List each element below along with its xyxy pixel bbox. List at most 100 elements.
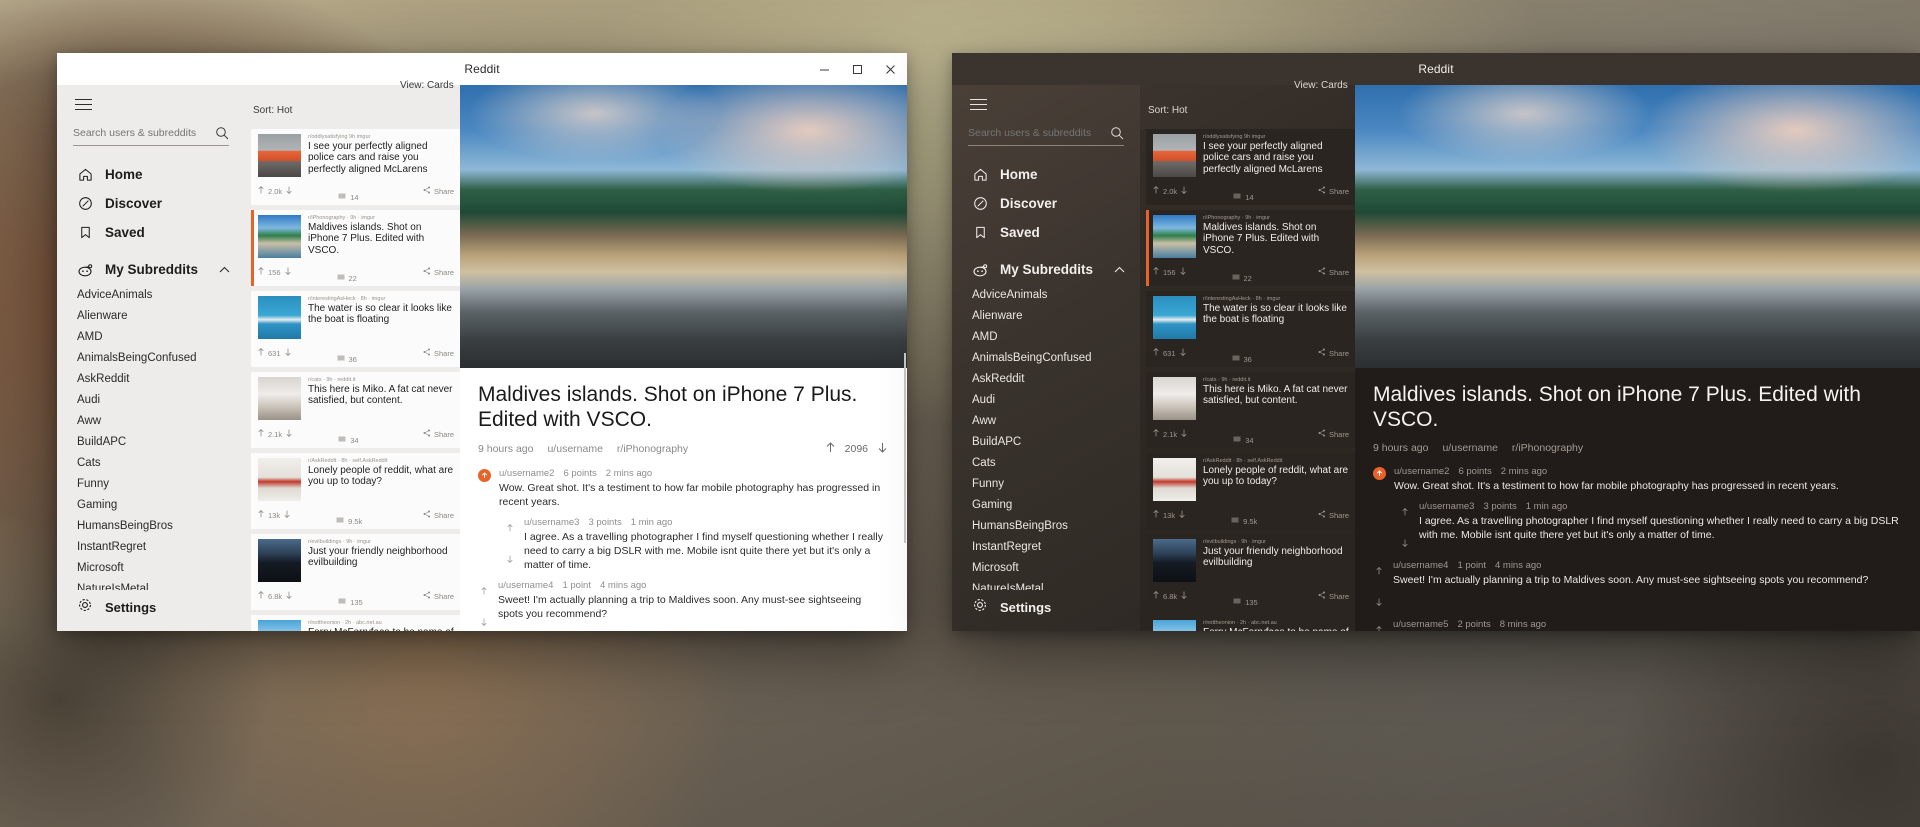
upvote-icon[interactable]: [826, 442, 835, 456]
post-card[interactable]: r/AskReddit · 8h · self.AskReddit Lonely …: [251, 452, 460, 529]
upvote-icon[interactable]: [481, 582, 487, 600]
list-item[interactable]: NatureIsMetal: [57, 578, 245, 591]
list-item[interactable]: AMD: [57, 326, 245, 347]
upvoted-badge-icon[interactable]: [1373, 467, 1386, 480]
share-button[interactable]: Share: [1318, 348, 1349, 358]
list-item[interactable]: Microsoft: [57, 557, 245, 578]
search-box[interactable]: [968, 126, 1124, 147]
sidebar-item-settings[interactable]: Settings: [57, 590, 245, 625]
upvote-icon[interactable]: [258, 510, 264, 520]
downvote-icon[interactable]: [284, 267, 291, 277]
sidebar-item-home[interactable]: Home: [57, 160, 245, 189]
comment-count-group[interactable]: 9.5k: [336, 517, 362, 526]
upvote-icon[interactable]: [1153, 510, 1159, 520]
sidebar-group-my-subreddits[interactable]: My Subreddits: [57, 255, 245, 284]
post-subreddit[interactable]: r/iPhonography: [617, 443, 688, 455]
list-item[interactable]: AskReddit: [57, 368, 245, 389]
upvote-icon[interactable]: [1402, 503, 1408, 521]
upvote-icon[interactable]: [258, 429, 264, 439]
comment-vote-group[interactable]: [1399, 501, 1411, 552]
list-item[interactable]: BuildAPC: [57, 431, 245, 452]
downvote-icon[interactable]: [1181, 591, 1187, 601]
upvote-icon[interactable]: [1153, 186, 1159, 196]
downvote-icon[interactable]: [286, 186, 292, 196]
downvote-icon[interactable]: [1179, 267, 1186, 277]
share-button[interactable]: Share: [1318, 186, 1349, 196]
sort-selector[interactable]: Sort: Hot: [1148, 105, 1187, 116]
upvote-icon[interactable]: [258, 348, 264, 358]
list-item[interactable]: AdviceAnimals: [57, 284, 245, 305]
comment-author[interactable]: u/username2: [1394, 466, 1449, 477]
share-button[interactable]: Share: [423, 348, 454, 358]
list-item[interactable]: Cats: [952, 452, 1140, 473]
list-item[interactable]: Aww: [952, 410, 1140, 431]
upvote-icon[interactable]: [1153, 348, 1159, 358]
post-card[interactable]: r/oddlysatisfying 9h imgur I see your per…: [251, 128, 460, 205]
comment-count-group[interactable]: 36: [337, 355, 357, 364]
sidebar-item-discover[interactable]: Discover: [952, 189, 1140, 218]
vote-group[interactable]: 13k: [258, 510, 290, 520]
list-item[interactable]: HumansBeingBros: [57, 515, 245, 536]
vote-group[interactable]: 13k: [1153, 510, 1185, 520]
share-button[interactable]: Share: [423, 186, 454, 196]
downvote-icon[interactable]: [286, 591, 292, 601]
list-item[interactable]: Aww: [57, 410, 245, 431]
sidebar-item-home[interactable]: Home: [952, 160, 1140, 189]
share-button[interactable]: Share: [423, 267, 454, 277]
vote-group[interactable]: 2.0k: [1153, 186, 1187, 196]
minimize-button[interactable]: [808, 53, 841, 85]
hamburger-menu-icon[interactable]: [964, 89, 1004, 120]
view-selector[interactable]: View: Cards: [1294, 80, 1348, 91]
chevron-up-icon[interactable]: [218, 263, 231, 276]
list-item[interactable]: Funny: [57, 473, 245, 494]
downvote-icon[interactable]: [878, 442, 887, 456]
upvote-icon[interactable]: [258, 267, 264, 277]
list-item[interactable]: Audi: [57, 389, 245, 410]
title-bar[interactable]: Reddit: [952, 53, 1920, 85]
vote-group[interactable]: 156: [1153, 267, 1186, 277]
view-selector[interactable]: View: Cards: [400, 80, 454, 91]
upvote-icon[interactable]: [1376, 562, 1382, 580]
maximize-button[interactable]: [841, 53, 874, 85]
reddit-window-dark[interactable]: Reddit Home: [952, 53, 1920, 631]
post-cards[interactable]: r/oddlysatisfying 9h imgur I see your per…: [1140, 128, 1355, 631]
list-item[interactable]: HumansBeingBros: [952, 515, 1140, 536]
post-card[interactable]: r/nottheonion · 2h · abc.net.auFerry McF…: [1146, 614, 1355, 631]
comment-author[interactable]: u/username4: [498, 580, 553, 591]
comment-count-group[interactable]: 34: [1233, 436, 1254, 445]
vote-group[interactable]: 6.8k: [258, 591, 292, 601]
comment-vote-group[interactable]: [504, 517, 516, 572]
share-button[interactable]: Share: [423, 510, 454, 520]
sidebar-item-settings[interactable]: Settings: [952, 590, 1140, 625]
list-item[interactable]: AnimalsBeingConfused: [57, 347, 245, 368]
comment-author[interactable]: u/username4: [1393, 560, 1448, 571]
share-button[interactable]: Share: [423, 429, 454, 439]
share-button[interactable]: Share: [1318, 429, 1349, 439]
hamburger-menu-icon[interactable]: [69, 89, 109, 120]
list-item[interactable]: InstantRegret: [952, 536, 1140, 557]
vote-group[interactable]: 156: [258, 267, 291, 277]
list-item[interactable]: Funny: [952, 473, 1140, 494]
chevron-up-icon[interactable]: [1113, 263, 1126, 276]
share-button[interactable]: Share: [423, 591, 454, 601]
list-item[interactable]: Audi: [952, 389, 1140, 410]
list-item[interactable]: Gaming: [952, 494, 1140, 515]
downvote-icon[interactable]: [1402, 534, 1408, 552]
search-input[interactable]: [73, 127, 203, 140]
downvote-icon[interactable]: [1181, 186, 1187, 196]
post-card[interactable]: r/iPhonography · 9h · imgur Maldives isla…: [1146, 209, 1355, 286]
post-card[interactable]: r/evilbuildings · 9h · imgur Just your fr…: [1146, 533, 1355, 610]
post-cards[interactable]: r/oddlysatisfying 9h imgur I see your per…: [245, 128, 460, 631]
list-item[interactable]: Microsoft: [952, 557, 1140, 578]
downvote-icon[interactable]: [481, 613, 487, 631]
comment-author[interactable]: u/username2: [499, 468, 554, 479]
upvote-icon[interactable]: [258, 186, 264, 196]
upvote-icon[interactable]: [1153, 429, 1159, 439]
upvote-icon[interactable]: [258, 591, 264, 601]
upvote-icon[interactable]: [1153, 267, 1159, 277]
vote-group[interactable]: 6.8k: [1153, 591, 1187, 601]
list-item[interactable]: AskReddit: [952, 368, 1140, 389]
sidebar-item-saved[interactable]: Saved: [57, 218, 245, 247]
list-item[interactable]: Gaming: [57, 494, 245, 515]
post-author[interactable]: u/username: [1442, 442, 1497, 454]
